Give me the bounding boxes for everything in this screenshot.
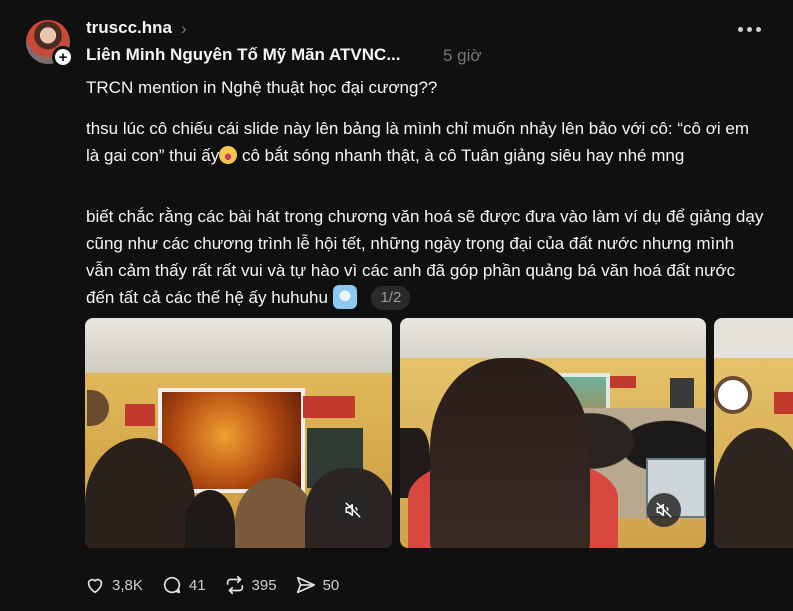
post-text-paragraph-3: biết chắc rằng các bài hát trong chương …: [86, 203, 766, 311]
follow-plus-icon[interactable]: +: [52, 46, 74, 68]
post-actions-bar: 3,8K 41 395 50: [84, 573, 357, 597]
like-count: 3,8K: [112, 576, 143, 594]
mute-icon[interactable]: [647, 493, 681, 527]
translation-pager[interactable]: 1/2: [371, 286, 411, 310]
tears-emoji-icon: [332, 285, 357, 309]
crying-face-emoji-icon: [219, 146, 238, 164]
post-text-line-1: TRCN mention in Nghệ thuật học đại cương…: [86, 78, 438, 97]
media-carousel[interactable]: [85, 318, 793, 548]
mute-icon[interactable]: [336, 493, 370, 527]
chevron-right-icon[interactable]: ›: [181, 19, 187, 39]
thread-post: + truscc.hna › Liên Minh Nguyên Tố Mỹ Mã…: [0, 0, 793, 611]
share-count: 50: [322, 576, 340, 594]
paper-plane-icon: [296, 576, 315, 594]
heart-icon: [87, 578, 103, 594]
share-button[interactable]: 50: [295, 574, 340, 596]
more-options-icon[interactable]: [738, 22, 764, 36]
video-thumbnail-2[interactable]: [400, 318, 706, 548]
comment-count: 41: [188, 576, 206, 594]
video-thumbnail-1[interactable]: [85, 318, 392, 548]
repost-count: 395: [251, 576, 277, 594]
like-button[interactable]: 3,8K: [84, 574, 143, 596]
post-text-segment: biết chắc rằng các bài hát trong chương …: [86, 207, 764, 307]
post-timestamp: 5 giờ: [443, 46, 482, 65]
post-text-segment: cô bắt sóng nhanh thật, à cô Tuân giảng …: [237, 146, 685, 165]
repost-button[interactable]: 395: [224, 574, 277, 596]
repost-icon: [226, 575, 243, 595]
post-text-paragraph-2: thsu lúc cô chiếu cái slide này lên bảng…: [86, 115, 766, 169]
comment-button[interactable]: 41: [161, 574, 206, 596]
community-link[interactable]: Liên Minh Nguyên Tố Mỹ Mãn ATVNC...: [86, 45, 401, 65]
username-link[interactable]: truscc.hna: [86, 18, 172, 38]
video-thumbnail-3[interactable]: [714, 318, 793, 548]
speech-bubble-icon: [163, 576, 181, 594]
